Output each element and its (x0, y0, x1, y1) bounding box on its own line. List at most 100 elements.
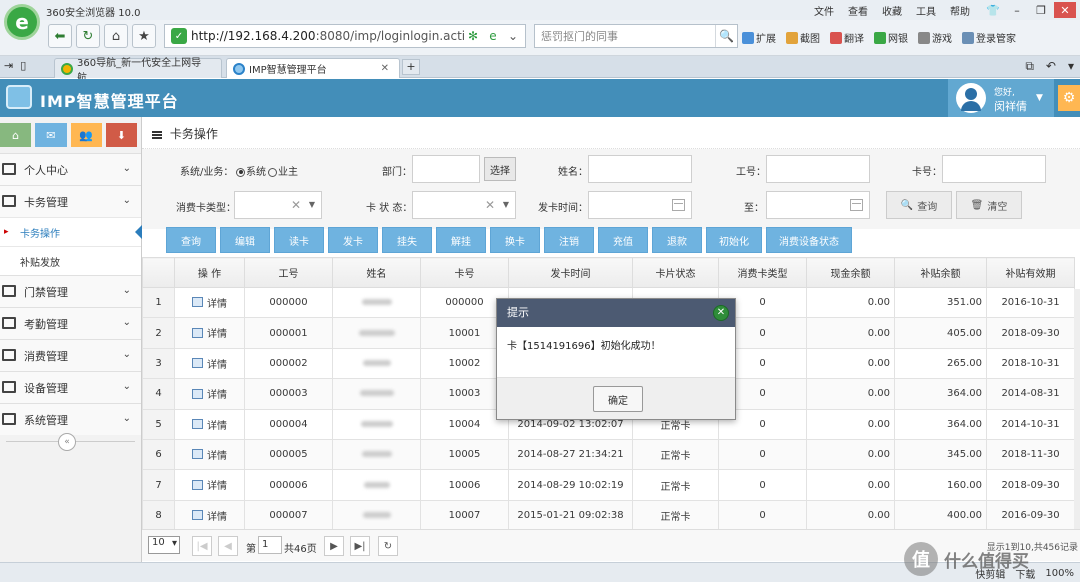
sidebar-toggle-icon[interactable]: ⇥ ▯ (4, 59, 26, 72)
cardno-input[interactable] (942, 155, 1046, 183)
undo-close-icon[interactable]: ↶ (1046, 59, 1056, 74)
back-button[interactable]: ⬅ (48, 24, 72, 48)
sidebar-item-attendance[interactable]: 考勤管理 ⌄ (0, 307, 141, 339)
cardstatus-select[interactable]: ✕ ▼ (412, 191, 516, 219)
ie-mode-icon[interactable]: e (485, 28, 501, 44)
action-device-status-button[interactable]: 消费设备状态 (766, 227, 852, 253)
prev-page-button[interactable]: ◀ (218, 536, 238, 556)
sidebar-subitem-subsidy[interactable]: 补贴发放 (0, 246, 141, 275)
skin-icon[interactable]: 👕 (982, 2, 1004, 18)
action-edit-button[interactable]: 编辑 (220, 227, 270, 253)
address-bar[interactable]: ✓ http://192.168.4.200:8080/imp/loginlog… (164, 24, 526, 48)
plugin-ebank[interactable]: 网银 (874, 30, 908, 45)
column-header[interactable]: 姓名 (332, 257, 421, 288)
tab-360-nav[interactable]: 360导航_新一代安全上网导航 (54, 58, 222, 84)
calendar-icon[interactable] (850, 199, 863, 211)
action-recharge-button[interactable]: 充值 (598, 227, 648, 253)
restore-tab-icon[interactable]: ⧉ (1025, 59, 1034, 74)
detail-link[interactable]: 详情 (192, 447, 227, 462)
action-issue-card-button[interactable]: 发卡 (328, 227, 378, 253)
detail-link[interactable]: 详情 (192, 386, 227, 401)
filter-clear-button[interactable]: 🗑 清空 (956, 191, 1022, 219)
home-button[interactable]: ⌂ (104, 24, 128, 48)
filter-query-button[interactable]: 🔍 查询 (886, 191, 952, 219)
radio-system[interactable]: 系统 (236, 163, 266, 178)
double-chevron-left-icon[interactable]: « (58, 433, 76, 451)
ok-button[interactable]: 确定 (593, 386, 643, 412)
column-header[interactable]: 卡片状态 (632, 257, 719, 288)
cardtype-select[interactable]: ✕ ▼ (234, 191, 322, 219)
column-header[interactable]: 发卡时间 (508, 257, 633, 288)
calendar-icon[interactable] (672, 199, 685, 211)
radio-owner[interactable]: 业主 (268, 163, 298, 178)
tab-menu-icon[interactable]: ▾ (1068, 59, 1074, 74)
action-query-button[interactable]: 查询 (166, 227, 216, 253)
action-replace-card-button[interactable]: 换卡 (490, 227, 540, 253)
menu-file[interactable]: 文件 (814, 3, 834, 18)
select-dept-button[interactable]: 选择 (484, 157, 516, 181)
search-box[interactable]: 惩罚抠门的同事 🔍 (534, 24, 738, 48)
detail-link[interactable]: 详情 (192, 295, 227, 310)
plugin-extensions[interactable]: 扩展 (742, 30, 776, 45)
action-cancel-card-button[interactable]: 注销 (544, 227, 594, 253)
detail-link[interactable]: 详情 (192, 477, 227, 492)
column-header[interactable]: 操 作 (174, 257, 245, 288)
tab-imp-platform[interactable]: IMP智慧管理平台 ✕ (226, 58, 400, 78)
column-header[interactable]: 现金余额 (806, 257, 895, 288)
issuetime-start-input[interactable] (588, 191, 692, 219)
table-row[interactable]: 8 详情 000007 10007 2015-01-21 09:02:38 正常卡 0 0.0… (142, 499, 1075, 532)
shortcut-users-icon[interactable]: 👥 (70, 123, 102, 147)
restore-icon[interactable]: ❐ (1030, 2, 1052, 18)
action-initialize-button[interactable]: 初始化 (706, 227, 762, 253)
detail-link[interactable]: 详情 (192, 356, 227, 371)
table-scrollbar[interactable] (1074, 289, 1080, 529)
clear-x-icon[interactable]: ✕ (291, 198, 301, 212)
table-row[interactable]: 7 详情 000006 10006 2014-08-29 10:02:19 正常卡 0 0.0… (142, 469, 1075, 501)
favorite-button[interactable]: ★ (132, 24, 156, 48)
column-header[interactable]: 工号 (244, 257, 333, 288)
menu-favorites[interactable]: 收藏 (882, 3, 902, 18)
new-tab-button[interactable]: + (402, 59, 420, 75)
action-unlock-button[interactable]: 解挂 (436, 227, 486, 253)
address-dropdown-icon[interactable]: ⌄ (505, 28, 521, 44)
search-input[interactable]: 惩罚抠门的同事 (535, 28, 715, 44)
accelerate-icon[interactable]: ✻ (465, 28, 481, 44)
tab-close-icon[interactable]: ✕ (381, 63, 389, 74)
action-refund-button[interactable]: 退款 (652, 227, 702, 253)
sidebar-subitem-card-ops[interactable]: 卡务操作 (0, 217, 143, 246)
empno-input[interactable] (766, 155, 870, 183)
action-report-loss-button[interactable]: 挂失 (382, 227, 432, 253)
name-input[interactable] (588, 155, 692, 183)
column-header[interactable]: 消费卡类型 (718, 257, 807, 288)
plugin-translate[interactable]: 翻译 (830, 30, 864, 45)
dept-input[interactable] (412, 155, 480, 183)
minimize-icon[interactable]: – (1006, 2, 1028, 18)
table-row[interactable]: 6 详情 000005 10005 2014-08-27 21:34:21 正常卡 0 0.0… (142, 438, 1075, 471)
menu-tools[interactable]: 工具 (916, 3, 936, 18)
last-page-button[interactable]: ▶| (350, 536, 370, 556)
sidebar-item-card[interactable]: 卡务管理 ⌄ (0, 185, 141, 217)
shortcut-home-icon[interactable]: ⌂ (0, 123, 32, 147)
user-menu[interactable]: 您好, 闵祥倩 ▼ (948, 79, 1054, 117)
detail-link[interactable]: 详情 (192, 417, 227, 432)
settings-gear-icon[interactable]: ⚙ (1058, 85, 1080, 111)
plugin-screenshot[interactable]: 截图 (786, 30, 820, 45)
sidebar-item-access[interactable]: 门禁管理 ⌄ (0, 275, 141, 307)
menu-view[interactable]: 查看 (848, 3, 868, 18)
column-header[interactable]: 补贴有效期 (986, 257, 1075, 288)
first-page-button[interactable]: |◀ (192, 536, 212, 556)
detail-link[interactable]: 详情 (192, 508, 227, 523)
sidebar-item-consume[interactable]: 消费管理 ⌄ (0, 339, 141, 371)
column-header[interactable]: 卡号 (420, 257, 509, 288)
address-url[interactable]: http://192.168.4.200:8080/imp/loginlogin… (191, 29, 465, 43)
clear-x-icon[interactable]: ✕ (485, 198, 495, 212)
refresh-button[interactable]: ↻ (76, 24, 100, 48)
search-icon[interactable]: 🔍 (715, 25, 737, 47)
sidebar-item-device[interactable]: 设备管理 ⌄ (0, 371, 141, 403)
close-icon[interactable]: ✕ (713, 305, 729, 321)
sidebar-item-personal[interactable]: 个人中心 ⌄ (0, 153, 141, 185)
menu-help[interactable]: 帮助 (950, 3, 970, 18)
action-read-card-button[interactable]: 读卡 (274, 227, 324, 253)
plugin-login-manager[interactable]: 登录管家 (962, 30, 1016, 45)
refresh-page-button[interactable]: ↻ (378, 536, 398, 556)
